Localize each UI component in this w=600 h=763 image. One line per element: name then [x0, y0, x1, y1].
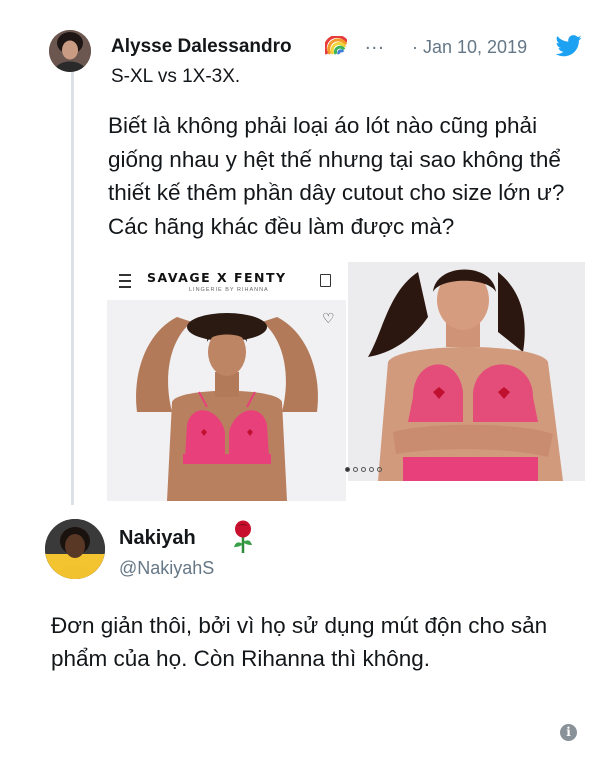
tweet-date[interactable]: · Jan 10, 2019	[412, 37, 527, 58]
twitter-bird-icon[interactable]	[556, 35, 582, 57]
pager-dot[interactable]	[361, 467, 366, 472]
product-image-small[interactable]: SAVAGE X FENTY LINGERIE BY RIHANNA ♡	[107, 262, 346, 501]
avatar-alysse[interactable]	[49, 30, 91, 72]
carousel-pager[interactable]	[345, 467, 382, 472]
rose-emoji	[234, 520, 252, 553]
tweet-body: Đơn giản thôi, bởi vì họ sử dụng mút độn…	[51, 613, 548, 671]
reply-text: S-XL vs 1X-3X.	[111, 66, 241, 87]
pager-dot[interactable]	[345, 467, 350, 472]
author-name[interactable]: Nakiyah	[119, 527, 196, 550]
tweet-card: Alysse Dalessandro ... · Jan 10, 2019 S-…	[8, 0, 592, 763]
rainbow-emoji	[325, 36, 347, 55]
model-photo-left	[107, 300, 346, 501]
thread-line	[71, 70, 74, 505]
author-name[interactable]: Alysse Dalessandro	[111, 36, 292, 58]
pager-dot[interactable]	[377, 467, 382, 472]
heart-outline-icon[interactable]: ♡	[322, 310, 335, 327]
avatar-nakiyah[interactable]	[45, 519, 105, 579]
author-handle[interactable]: @NakiyahS	[119, 558, 214, 579]
tweet-body: Biết là không phải loại áo lót nào cũng …	[108, 113, 565, 239]
info-icon[interactable]: i	[560, 724, 577, 741]
tweet-media[interactable]: SAVAGE X FENTY LINGERIE BY RIHANNA ♡	[107, 262, 585, 501]
pager-dot[interactable]	[369, 467, 374, 472]
product-image-plus[interactable]	[348, 262, 585, 481]
model-photo-right	[348, 262, 585, 481]
more-options[interactable]: ...	[365, 32, 385, 55]
pager-dot[interactable]	[353, 467, 358, 472]
